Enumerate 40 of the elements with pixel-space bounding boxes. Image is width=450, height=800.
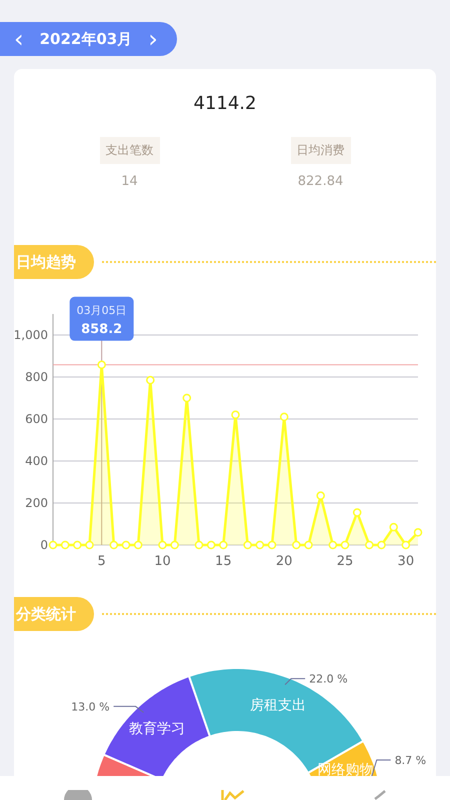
- data-point: [352, 508, 362, 517]
- x-tick-label: 20: [276, 554, 292, 569]
- stat-label: 日均消费: [290, 137, 350, 164]
- y-tick-label: 0: [40, 538, 48, 552]
- month-label: 2022年03月: [40, 30, 132, 48]
- data-point: [182, 394, 192, 402]
- y-tick-label: 600: [25, 412, 48, 426]
- slice-label: 房租支出: [250, 697, 306, 714]
- tab-button[interactable]: [220, 790, 245, 800]
- data-point: [231, 410, 240, 420]
- percent-label: 8.7 %: [394, 754, 426, 767]
- leader-line: [284, 678, 306, 686]
- chart-icon: [220, 790, 245, 800]
- section-title: 日均趋势: [14, 245, 94, 279]
- tooltip-date: 03月05日: [76, 304, 127, 317]
- percent-label: 22.0 %: [309, 672, 348, 686]
- data-point: [389, 522, 398, 532]
- x-tick-label: 25: [336, 554, 354, 569]
- data-point: [146, 376, 155, 384]
- next-month-button[interactable]: ›: [146, 27, 160, 51]
- x-tick-label: 5: [98, 554, 106, 569]
- tooltip-value: 858.2: [81, 322, 122, 337]
- y-tick-label: 800: [25, 370, 48, 384]
- stat-value: 14: [121, 174, 138, 189]
- y-tick-label: 400: [25, 454, 48, 468]
- y-tick-label: 1,000: [14, 328, 48, 342]
- data-point: [316, 491, 325, 500]
- x-tick-label: 30: [398, 554, 414, 569]
- percent-label: 13.0 %: [71, 700, 110, 714]
- previous-month-button[interactable]: ‹: [12, 27, 26, 51]
- leader-line: [113, 706, 144, 713]
- slice-label: 教育学习: [129, 721, 186, 738]
- x-tick-label: 10: [154, 554, 171, 569]
- section-title: 分类统计: [14, 597, 94, 631]
- x-tick-label: 15: [215, 554, 232, 569]
- stat-value: 822.84: [298, 174, 344, 189]
- y-tick-label: 200: [25, 496, 48, 510]
- total-amount: 4114.2: [192, 93, 258, 114]
- data-point: [280, 412, 288, 422]
- stat-label: 支出笔数: [100, 137, 160, 164]
